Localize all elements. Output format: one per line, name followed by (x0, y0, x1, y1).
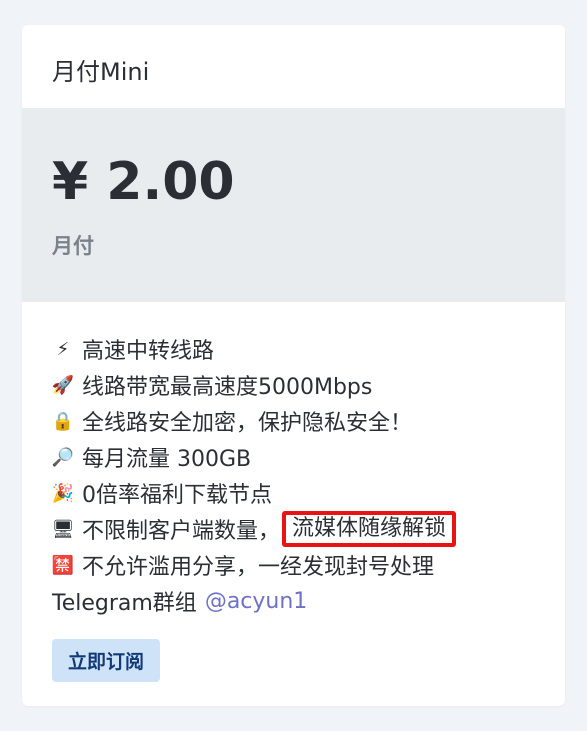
lock-icon: 🔒 (51, 410, 75, 432)
feature-item: 🔒 全线路安全加密，保护隐私安全！ (52, 403, 565, 439)
streaming-unlock-highlight: 流媒体随缘解锁 (282, 510, 457, 548)
plan-card: 月付Mini ¥ 2.00 月付 ⚡ 高速中转线路 🚀 线路带宽最高速度5000… (22, 25, 565, 706)
plan-price: ¥ 2.00 (52, 152, 235, 212)
feature-text: 每月流量 300GB (82, 447, 252, 472)
feature-text: 高速中转线路 (82, 339, 215, 364)
rocket-icon: 🚀 (51, 374, 75, 396)
telegram-handle-link[interactable]: @acyun1 (205, 589, 307, 614)
feature-text: 线路带宽最高速度5000Mbps (82, 375, 373, 400)
price-block: ¥ 2.00 月付 (22, 108, 565, 302)
feature-item: 🎉 0倍率福利下载节点 (52, 475, 565, 511)
feature-list: ⚡ 高速中转线路 🚀 线路带宽最高速度5000Mbps 🔒 全线路安全加密，保护… (22, 302, 565, 619)
telegram-label: Telegram群组 (52, 591, 197, 616)
prohibited-icon: 🈲 (51, 554, 75, 576)
feature-text: 不允许滥用分享，一经发现封号处理 (82, 555, 435, 580)
lightning-icon: ⚡ (56, 338, 70, 360)
feature-text: 0倍率福利下载节点 (82, 483, 272, 508)
feature-item: 🚀 线路带宽最高速度5000Mbps (52, 367, 565, 403)
desktop-icon: 🖥 (51, 518, 75, 540)
feature-item: 🖥 不限制客户端数量， 流媒体随缘解锁 (51, 510, 565, 548)
feature-text: 全线路安全加密，保护隐私安全！ (82, 411, 413, 436)
feature-item: 🈲 不允许滥用分享，一经发现封号处理 (52, 547, 565, 583)
telegram-line: Telegram群组 @acyun1 (52, 583, 565, 619)
plan-period: 月付 (52, 234, 94, 258)
plan-name: 月付Mini (52, 58, 150, 86)
feature-item: 🔎 每月流量 300GB (52, 439, 565, 475)
party-popper-icon: 🎉 (51, 482, 75, 504)
subscribe-button[interactable]: 立即订阅 (52, 639, 160, 682)
magnifier-icon: 🔎 (51, 446, 75, 468)
feature-item: ⚡ 高速中转线路 (52, 331, 565, 367)
feature-text: 不限制客户端数量， (82, 519, 281, 544)
